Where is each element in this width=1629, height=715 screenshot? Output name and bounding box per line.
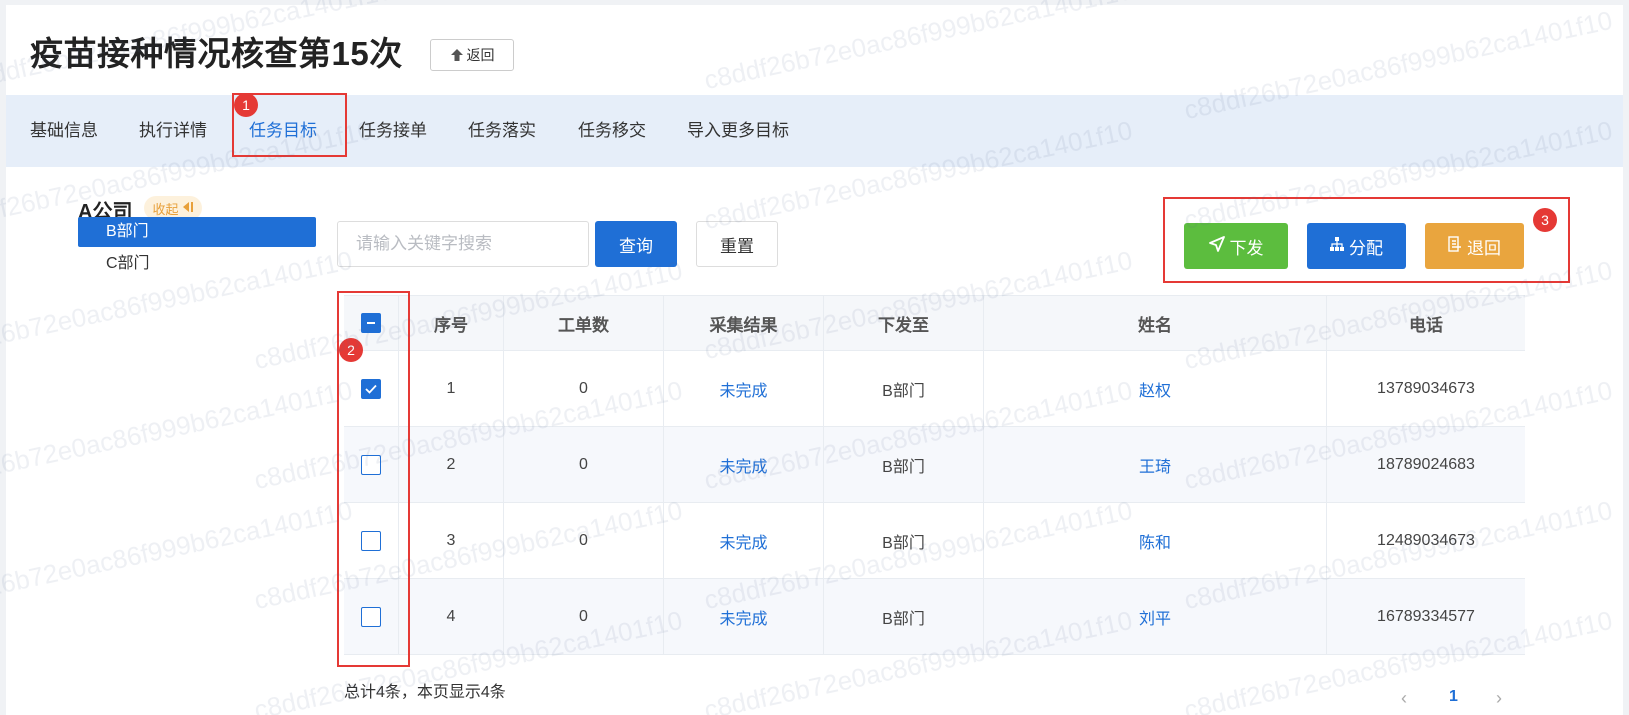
table-row: 1 0 未完成 B部门 赵权 13789034673	[344, 351, 1525, 427]
row-dept: B部门	[824, 427, 984, 502]
table-row: 3 0 未完成 B部门 陈和 12489034673	[344, 503, 1525, 579]
row-dept: B部门	[824, 579, 984, 654]
back-button[interactable]: 返回	[430, 39, 514, 71]
row-name-link[interactable]: 赵权	[984, 351, 1327, 426]
column-header-orders: 工单数	[504, 296, 664, 350]
row-name-link[interactable]: 陈和	[984, 503, 1327, 578]
row-phone: 13789034673	[1377, 379, 1475, 397]
row-result-link[interactable]: 未完成	[664, 351, 824, 426]
query-button[interactable]: 查询	[595, 221, 677, 267]
row-phone: 12489034673	[1377, 531, 1475, 549]
page: 疫苗接种情况核查第15次 返回 基础信息 执行详情 任务目标 任务接单 任务落实…	[6, 5, 1623, 715]
row-phone: 18789024683	[1377, 455, 1475, 473]
collapse-arrow-icon	[182, 201, 194, 216]
arrow-up-icon	[450, 48, 464, 62]
column-header-dept: 下发至	[824, 296, 984, 350]
column-header-phone: 电话	[1409, 315, 1443, 335]
tree-item-b-dept[interactable]: B部门	[78, 217, 316, 247]
pager-next-icon[interactable]: ›	[1496, 688, 1502, 709]
row-no: 4	[399, 579, 504, 654]
row-result-link[interactable]: 未完成	[664, 427, 824, 502]
annotation-marker-1: 1	[234, 93, 258, 117]
tree-item-c-dept[interactable]: C部门	[78, 249, 316, 279]
table-row: 2 0 未完成 B部门 王琦 18789024683	[344, 427, 1525, 503]
row-orders: 0	[504, 427, 664, 502]
annotation-marker-3: 3	[1533, 208, 1557, 232]
tab-execution-details[interactable]: 执行详情	[139, 95, 207, 167]
row-result-link[interactable]: 未完成	[664, 503, 824, 578]
row-orders: 0	[504, 579, 664, 654]
column-header-no: 序号	[399, 296, 504, 350]
column-header-name: 姓名	[984, 296, 1327, 350]
page-header: 疫苗接种情况核查第15次 返回	[6, 5, 1623, 95]
tab-basic-info[interactable]: 基础信息	[30, 95, 98, 167]
row-no: 3	[399, 503, 504, 578]
collapse-label: 收起	[152, 201, 179, 217]
tab-task-transfer[interactable]: 任务移交	[578, 95, 646, 167]
page-title: 疫苗接种情况核查第15次	[30, 35, 403, 72]
annotation-marker-2: 2	[339, 338, 363, 362]
search-input[interactable]	[337, 221, 589, 267]
table-header-row: 序号 工单数 采集结果 下发至 姓名 电话	[344, 295, 1525, 351]
reset-button[interactable]: 重置	[696, 221, 778, 267]
row-orders: 0	[504, 351, 664, 426]
row-no: 2	[399, 427, 504, 502]
tab-task-accept[interactable]: 任务接单	[359, 95, 427, 167]
row-no: 1	[399, 351, 504, 426]
tab-import-targets[interactable]: 导入更多目标	[687, 95, 789, 167]
pager-prev-icon[interactable]: ‹	[1401, 688, 1407, 709]
row-orders: 0	[504, 503, 664, 578]
total-count: 总计4条，本页显示4条	[344, 684, 506, 701]
tab-task-implement[interactable]: 任务落实	[468, 95, 536, 167]
column-header-result: 采集结果	[664, 296, 824, 350]
row-name-link[interactable]: 刘平	[984, 579, 1327, 654]
back-button-label: 返回	[466, 47, 495, 63]
row-result-link[interactable]: 未完成	[664, 579, 824, 654]
row-dept: B部门	[824, 503, 984, 578]
row-phone: 16789334577	[1377, 607, 1475, 625]
table-row: 4 0 未完成 B部门 刘平 16789334577	[344, 579, 1525, 655]
pager-current-page[interactable]: 1	[1449, 688, 1458, 706]
row-dept: B部门	[824, 351, 984, 426]
row-name-link[interactable]: 王琦	[984, 427, 1327, 502]
highlight-box-3	[1163, 197, 1570, 283]
